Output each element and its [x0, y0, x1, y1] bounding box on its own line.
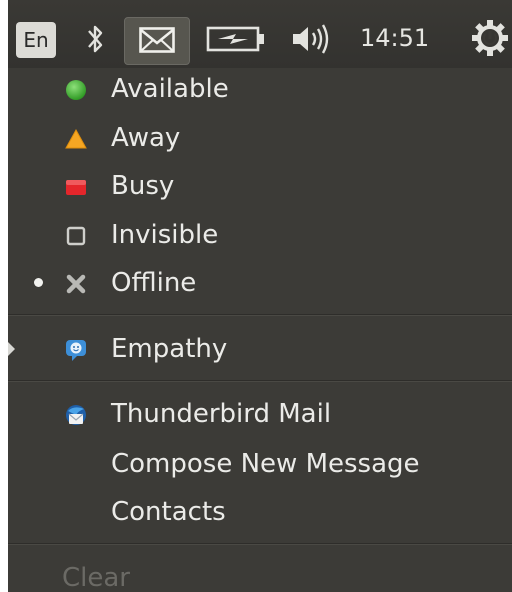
compose-new-message-label: Compose New Message [111, 449, 420, 479]
menu-separator [8, 314, 512, 316]
clear-label: Clear [62, 563, 130, 592]
away-status-icon [65, 128, 87, 149]
status-busy-item[interactable]: Busy [8, 168, 512, 204]
empathy-item[interactable]: Empathy [8, 331, 512, 367]
menu-separator [8, 380, 512, 382]
compose-new-message-item[interactable]: Compose New Message [8, 446, 512, 482]
status-offline-label: Offline [111, 268, 197, 298]
available-status-icon [66, 80, 86, 100]
status-available-item[interactable]: Available [8, 71, 512, 107]
messaging-menu-button[interactable] [124, 17, 190, 65]
contacts-item[interactable]: Contacts [8, 494, 512, 530]
status-away-item[interactable]: Away [8, 120, 512, 156]
session-gear-icon[interactable] [470, 18, 510, 58]
empathy-label: Empathy [111, 334, 228, 364]
offline-status-icon [66, 274, 86, 294]
top-panel: En 14:51 [8, 0, 512, 68]
empathy-icon [66, 340, 86, 361]
status-busy-label: Busy [111, 171, 175, 201]
status-invisible-label: Invisible [111, 220, 219, 250]
thunderbird-item[interactable]: Thunderbird Mail [8, 396, 512, 432]
busy-status-icon [66, 180, 86, 195]
bluetooth-icon[interactable] [82, 20, 108, 58]
status-away-label: Away [111, 123, 181, 153]
thunderbird-label: Thunderbird Mail [111, 399, 332, 429]
clear-item: Clear [8, 560, 512, 592]
battery-icon[interactable] [206, 24, 266, 54]
status-invisible-item[interactable]: Invisible [8, 217, 512, 253]
status-offline-item[interactable]: Offline [8, 265, 512, 301]
thunderbird-icon [66, 405, 86, 425]
messaging-menu-frame: En 14:51 Available Away Busy Invisible O… [8, 0, 512, 592]
running-app-indicator [8, 342, 15, 356]
volume-icon[interactable] [290, 22, 334, 56]
contacts-label: Contacts [111, 497, 226, 527]
selected-bullet [34, 278, 43, 287]
clock[interactable]: 14:51 [360, 18, 429, 58]
invisible-status-icon [66, 226, 86, 246]
mail-icon [139, 27, 175, 53]
keyboard-language-indicator[interactable]: En [16, 22, 56, 58]
menu-separator [8, 543, 512, 545]
status-available-label: Available [111, 74, 229, 104]
